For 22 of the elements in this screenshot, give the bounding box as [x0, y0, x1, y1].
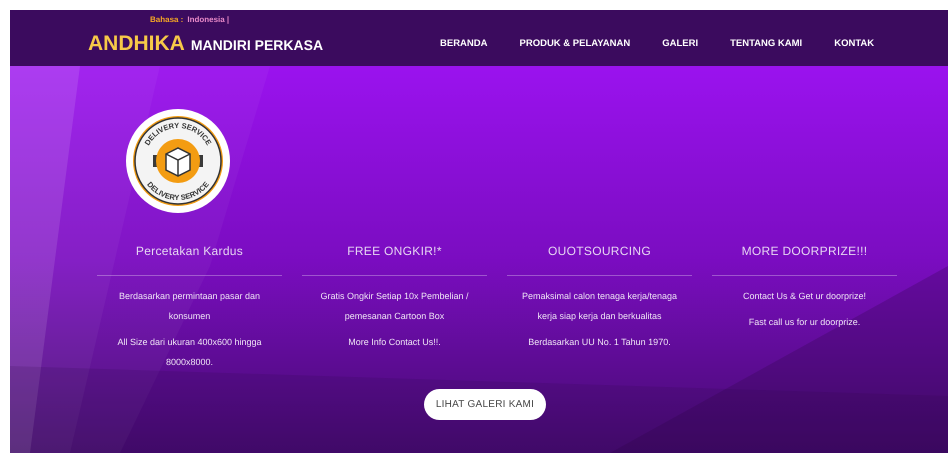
feature-title: MORE DOORPRIZE!!!	[742, 243, 868, 260]
nav-link[interactable]: KONTAK	[834, 37, 874, 52]
nav-link[interactable]: BERANDA	[440, 37, 488, 52]
feature-text: Gratis Ongkir Setiap 10x Pembelian / pemesanan Cartoon Box	[319, 290, 470, 323]
language-link[interactable]: Indonesia |	[187, 14, 230, 26]
feature-title: FREE ONGKIR!*	[347, 243, 442, 260]
language-label: Bahasa :	[150, 14, 184, 26]
feature-text: More Info Contact Us!!.	[347, 336, 442, 349]
feature-text: Berdasarkan permintaan pasar dan konsumen	[118, 290, 262, 323]
feature-text: Pemaksimal calon tenaga kerja/tenaga kerja siap kerja dan berkualitas	[520, 290, 678, 323]
logo-subtitle[interactable]: MANDIRI PERKASA	[190, 38, 324, 52]
feature-text: Fast call us for ur doorprize.	[748, 316, 862, 329]
feature-title: Percetakan Kardus	[136, 243, 244, 260]
logo-text[interactable]: ANDHIKA	[88, 33, 185, 54]
feature-text: All Size dari ukuran 400x600 hingga 8000x8000.	[116, 336, 263, 369]
feature-title: OUOTSOURCING	[548, 243, 651, 260]
nav-link[interactable]: TENTANG KAMI	[730, 37, 802, 52]
feature-text: Berdasarkan UU No. 1 Tahun 1970.	[527, 336, 672, 349]
gallery-button[interactable]: LIHAT GALERI KAMI	[424, 389, 546, 420]
nav-link[interactable]: GALERI	[662, 37, 698, 52]
feature-text: Contact Us & Get ur doorprize!	[742, 290, 868, 303]
nav-link[interactable]: PRODUK & PELAYANAN	[520, 37, 630, 52]
